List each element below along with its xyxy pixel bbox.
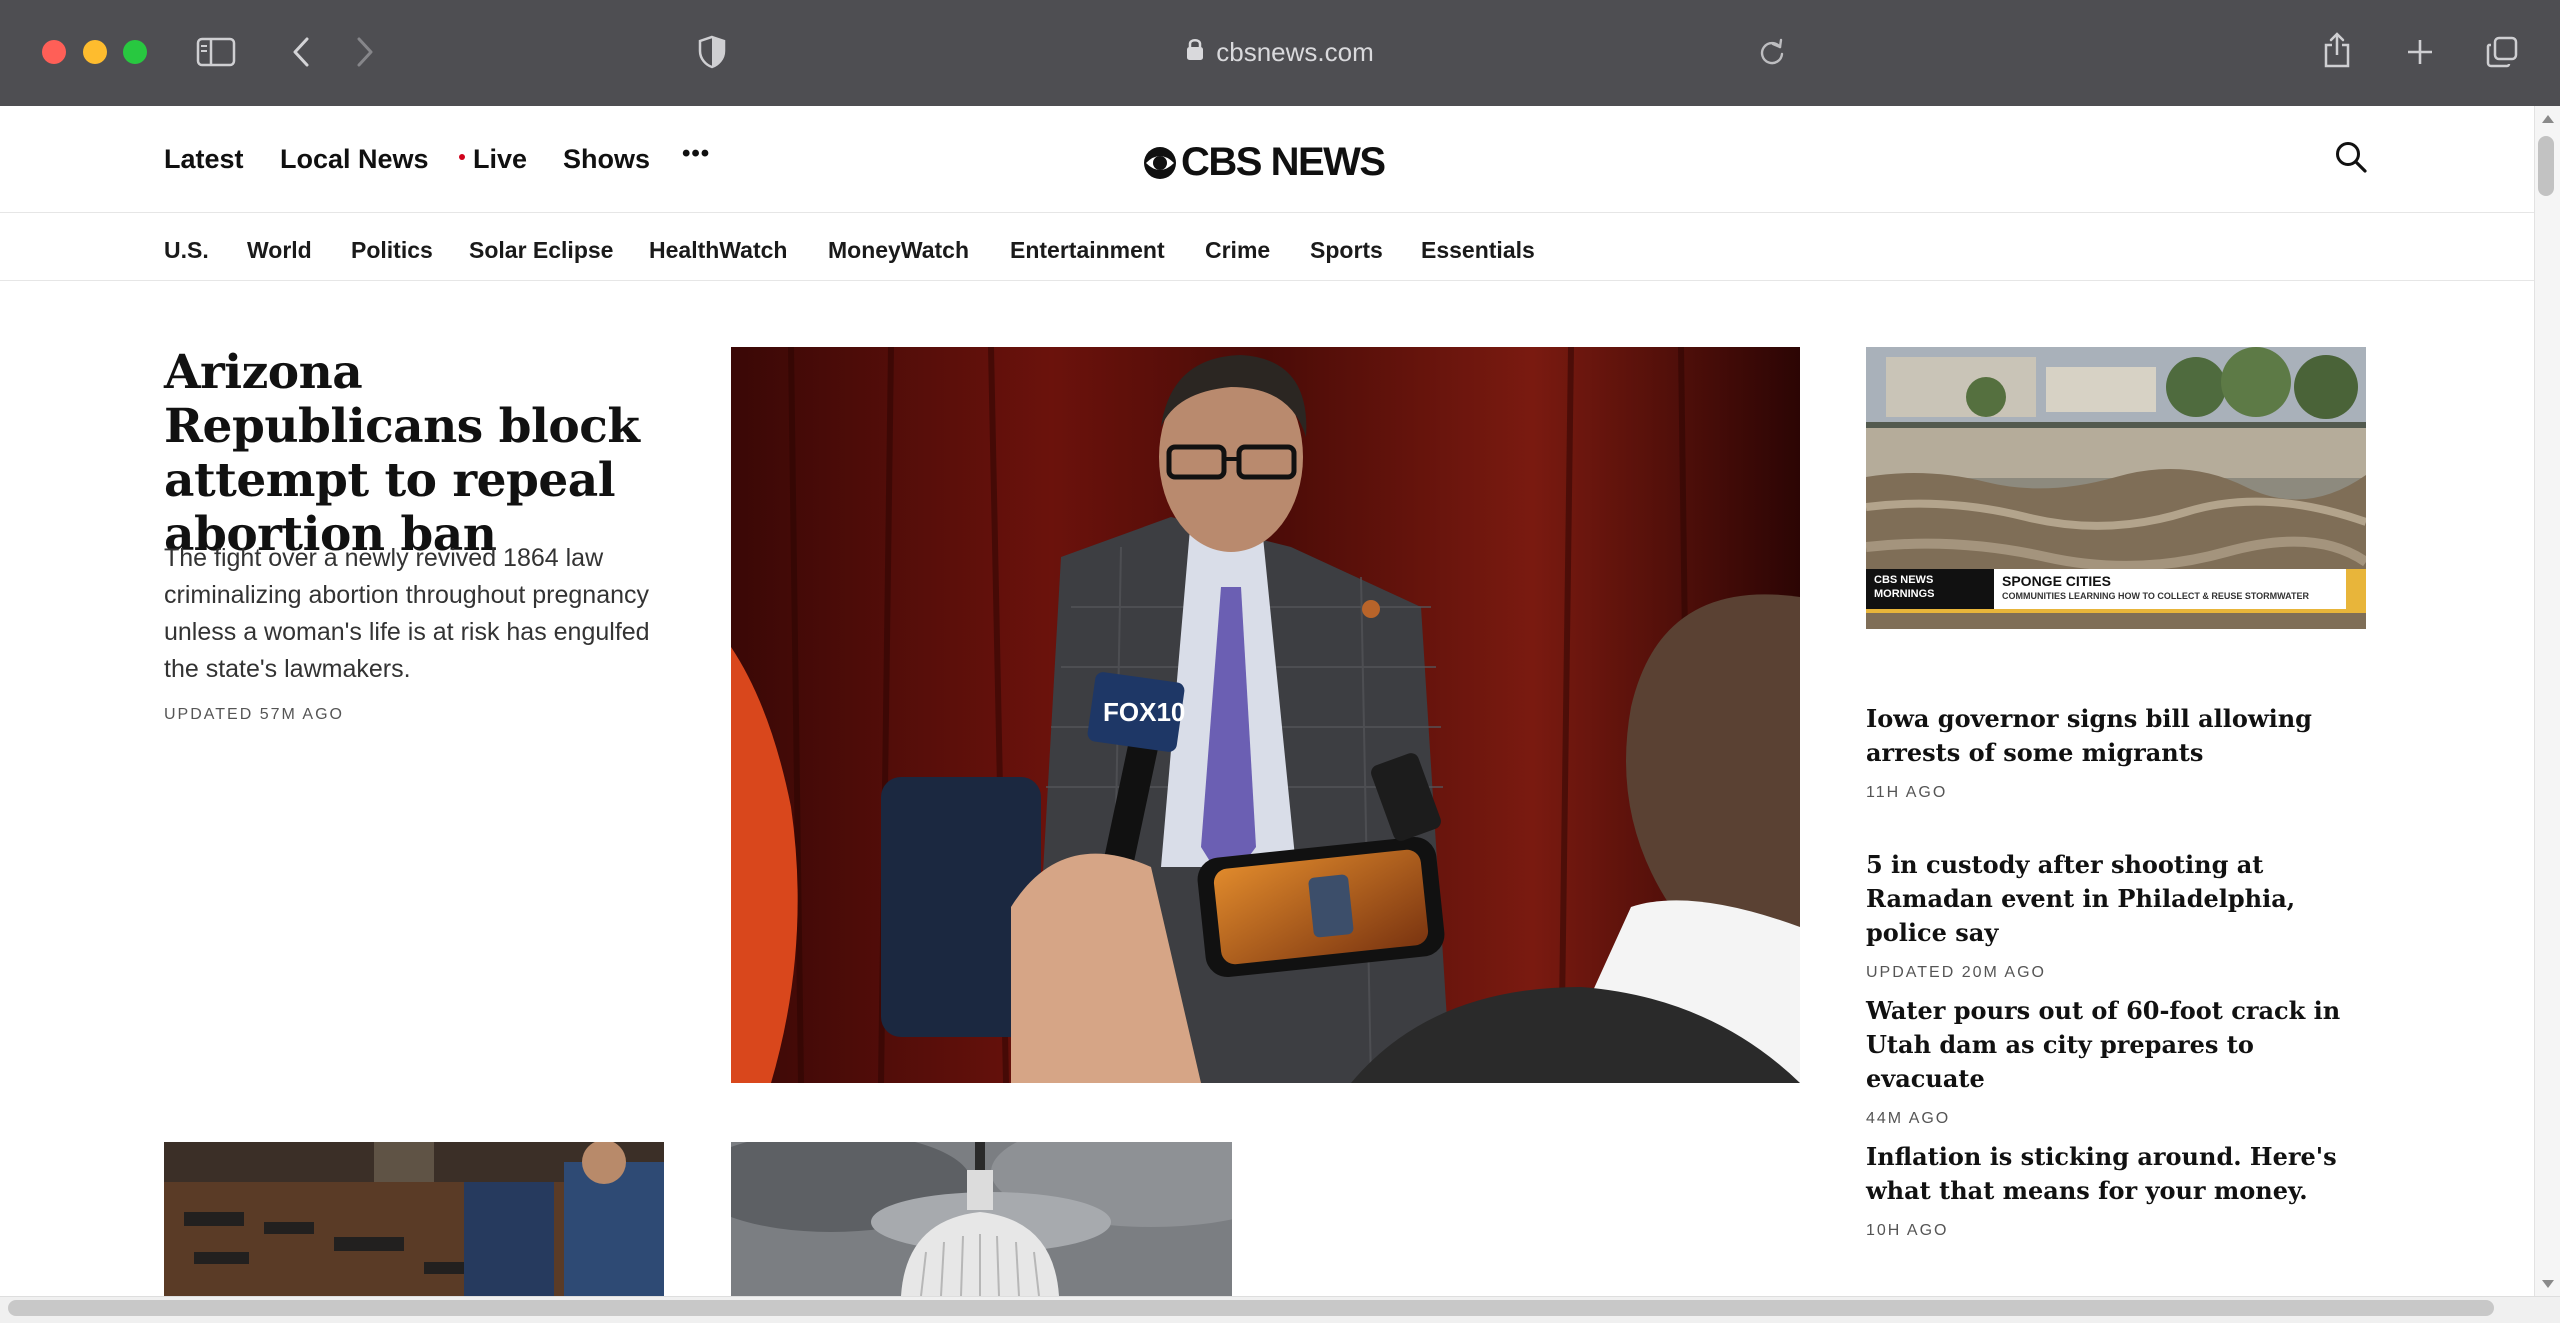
live-dot-icon [459,153,465,160]
web-page: Latest Local News Live Shows ••• CBS NEW… [0,106,2534,1296]
nav-latest[interactable]: Latest [164,144,244,175]
gun-show-story-image[interactable] [164,1142,664,1296]
video-brand-label: CBS NEWS MORNINGS [1874,574,1935,600]
browser-toolbar: cbsnews.com [0,0,2560,107]
reload-icon[interactable] [1756,36,1788,68]
video-subtitle-label: COMMUNITIES LEARNING HOW TO COLLECT & RE… [2002,591,2309,601]
side-story[interactable]: Iowa governor signs bill allowing arrest… [1866,702,2366,802]
share-icon[interactable] [2320,30,2354,70]
section-world[interactable]: World [247,237,312,264]
plus-icon[interactable] [2404,36,2436,68]
lead-timestamp: UPDATED 57M AGO [164,706,344,723]
chevron-right-icon[interactable] [352,34,378,70]
lead-headline[interactable]: Arizona Republicans block attempt to rep… [164,346,684,562]
window-close-button[interactable] [42,40,66,64]
section-entertainment[interactable]: Entertainment [1010,237,1165,264]
fox10-mic-label: FOX10 [1103,697,1185,727]
cbs-news-logo[interactable]: CBS NEWS [1143,140,1386,185]
section-moneywatch[interactable]: MoneyWatch [828,237,969,264]
logo-text: CBS NEWS [1181,140,1386,184]
section-politics[interactable]: Politics [351,237,433,264]
section-solar-eclipse[interactable]: Solar Eclipse [469,237,613,264]
cbs-eye-icon [1144,146,1176,179]
url-text: cbsnews.com [1216,36,1374,67]
shield-icon[interactable] [696,34,728,70]
side-story-timestamp: 44M AGO [1866,1110,1951,1127]
side-story[interactable]: Inflation is sticking around. Here's wha… [1866,1140,2366,1240]
side-story-timestamp: UPDATED 20M AGO [1866,964,2046,981]
more-menu-button[interactable]: ••• [682,140,710,168]
site-header: Latest Local News Live Shows ••• CBS NEW… [0,106,2534,213]
vertical-scrollbar-thumb[interactable] [2538,136,2554,196]
lead-dek: The fight over a newly revived 1864 law … [164,544,650,683]
section-healthwatch[interactable]: HealthWatch [649,237,787,264]
lead-story-image[interactable]: FOX10 [731,347,1800,1083]
side-story-headline[interactable]: Water pours out of 60-foot crack in Utah… [1866,994,2366,1096]
nav-local-news[interactable]: Local News [280,144,429,175]
nav-live-label: Live [473,144,528,174]
side-story[interactable]: 5 in custody after shooting at Ramadan e… [1866,848,2366,982]
chevron-left-icon[interactable] [288,34,314,70]
sidebar-icon[interactable] [196,36,236,68]
section-us[interactable]: U.S. [164,237,209,264]
vertical-scrollbar[interactable] [2534,106,2560,1296]
nav-shows[interactable]: Shows [563,144,650,175]
capitol-story-image[interactable] [731,1142,1232,1296]
side-story-headline[interactable]: Inflation is sticking around. Here's wha… [1866,1140,2366,1208]
nav-live[interactable]: Live [459,144,527,175]
sponge-cities-video-thumbnail[interactable]: CBS NEWS MORNINGS SPONGE CITIES COMMUNIT… [1866,347,2366,629]
search-icon[interactable] [2334,140,2368,174]
video-title-label: SPONGE CITIES [2002,573,2111,589]
section-crime[interactable]: Crime [1205,237,1270,264]
side-story-headline[interactable]: Iowa governor signs bill allowing arrest… [1866,702,2366,770]
window-maximize-button[interactable] [123,40,147,64]
section-essentials[interactable]: Essentials [1421,237,1535,264]
side-story-headline[interactable]: 5 in custody after shooting at Ramadan e… [1866,848,2366,950]
section-nav: U.S. World Politics Solar Eclipse Health… [0,213,2534,281]
address-bar[interactable]: cbsnews.com [1160,30,1400,74]
tabs-overview-icon[interactable] [2484,34,2520,70]
side-story-timestamp: 11H AGO [1866,784,1948,801]
side-story[interactable]: Water pours out of 60-foot crack in Utah… [1866,994,2366,1128]
side-story-timestamp: 10H AGO [1866,1222,1949,1239]
section-sports[interactable]: Sports [1310,237,1383,264]
lock-icon [1186,37,1204,68]
horizontal-scrollbar-thumb[interactable] [8,1300,2494,1316]
window-minimize-button[interactable] [83,40,107,64]
